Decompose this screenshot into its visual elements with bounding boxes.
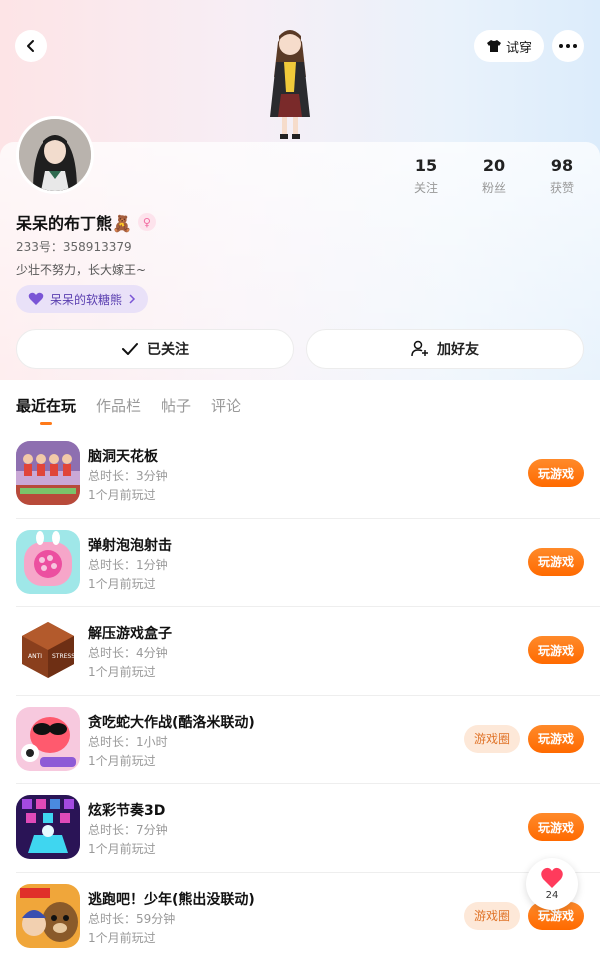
svg-text:STRESS: STRESS [52, 653, 75, 660]
list-item[interactable]: 弹射泡泡射击 总时长：1分钟 1个月前玩过 玩游戏 [0, 519, 600, 607]
game-title: 解压游戏盒子 [88, 626, 172, 642]
recent-games-list: 脑洞天花板 总时长：3分钟 1个月前玩过 玩游戏 弹射泡泡射击 总时长：1分钟 … [0, 430, 600, 960]
more-dots-icon [559, 44, 577, 48]
svg-text:ANTI: ANTI [28, 653, 42, 660]
likes-count: 98 [550, 156, 574, 175]
game-title: 弹射泡泡射击 [88, 537, 172, 554]
followed-button[interactable]: 已关注 [16, 329, 294, 369]
dressup-avatar-figure[interactable] [250, 22, 330, 142]
fans-label: 粉丝 [481, 181, 506, 195]
heart-icon [28, 292, 44, 305]
game-circle-button[interactable]: 游戏圈 [464, 901, 520, 930]
game-title: 逃跑吧！少年(熊出没联动) [88, 891, 255, 908]
try-on-label: 试穿 [505, 40, 532, 56]
game-title: 脑洞天花板 [88, 449, 158, 465]
game-icon-bubble [16, 529, 80, 594]
add-friend-label: 加好友 [437, 342, 479, 358]
list-item[interactable]: 炫彩节奏3D 总时长：7分钟 1个月前玩过 玩游戏 [0, 784, 600, 873]
back-button[interactable] [15, 30, 47, 62]
game-duration: 总时长：1分钟 [88, 557, 168, 572]
add-friend-button[interactable]: 加好友 [306, 329, 584, 369]
game-title: 炫彩节奏3D [88, 803, 166, 819]
game-duration: 总时长：59分钟 [88, 911, 176, 926]
game-last-played: 1个月前玩过 [88, 753, 156, 768]
likes-label: 获赞 [549, 181, 574, 195]
game-duration: 总时长：3分钟 [88, 469, 168, 483]
game-title: 贪吃蛇大作战(酷洛米联动) [88, 714, 255, 731]
checkmark-icon [122, 343, 138, 355]
list-item[interactable]: ANTI STRESS 解压游戏盒子 总时长：4分钟 1个月前玩过 玩游戏 [0, 607, 600, 696]
like-count: 24 [545, 890, 559, 901]
game-icon-antistress: ANTI STRESS [16, 618, 80, 682]
play-game-button[interactable]: 玩游戏 [528, 459, 584, 487]
add-user-icon [411, 340, 428, 357]
game-last-played: 1个月前玩过 [88, 576, 156, 591]
game-last-played: 1个月前玩过 [88, 842, 156, 856]
fans-count: 20 [482, 156, 506, 175]
tab-recently-played[interactable]: 最近在玩 [16, 395, 76, 416]
content-tabs: 最近在玩 作品栏 帖子 评论 [0, 382, 600, 430]
list-item[interactable]: 贪吃蛇大作战(酷洛米联动) 总时长：1小时 1个月前玩过 游戏圈 玩游戏 [0, 696, 600, 784]
user-avatar[interactable] [16, 116, 94, 194]
list-item[interactable]: 逃跑吧！少年(熊出没联动) 总时长：59分钟 1个月前玩过 游戏圈 玩游戏 [0, 873, 600, 960]
stat-fans[interactable]: 20 粉丝 [464, 156, 524, 196]
tab-works[interactable]: 作品栏 [96, 395, 141, 416]
like-float-button[interactable]: 24 [526, 858, 578, 910]
user-bio: 少壮不努力，长大嫁王~ [16, 263, 147, 277]
play-game-button[interactable]: 玩游戏 [528, 724, 584, 753]
game-icon-escape [16, 883, 80, 948]
tab-posts[interactable]: 帖子 [161, 395, 191, 416]
female-gender-icon: ♀ [137, 213, 156, 231]
fan-club-label: 呆呆的软糖熊 [50, 292, 123, 307]
tshirt-icon [486, 40, 501, 52]
stat-following[interactable]: 15 关注 [396, 156, 456, 196]
followed-label: 已关注 [147, 342, 189, 358]
following-count: 15 [414, 156, 438, 175]
game-duration: 总时长：4分钟 [88, 646, 168, 660]
active-tab-indicator [40, 422, 52, 425]
stat-likes[interactable]: 98 获赞 [532, 156, 592, 196]
heart-icon [541, 867, 563, 888]
game-circle-button[interactable]: 游戏圈 [464, 724, 520, 753]
more-button[interactable] [552, 30, 584, 62]
game-icon-snake [16, 706, 80, 771]
game-icon-naodong [16, 441, 80, 505]
game-last-played: 1个月前玩过 [88, 665, 156, 679]
game-duration: 总时长：7分钟 [88, 823, 168, 837]
game-last-played: 1个月前玩过 [88, 930, 156, 945]
try-on-button[interactable]: 试穿 [474, 30, 544, 62]
play-game-button[interactable]: 玩游戏 [528, 547, 584, 576]
name-row: 呆呆的布丁熊🧸 ♀ [16, 210, 156, 234]
user-name: 呆呆的布丁熊🧸 [16, 214, 132, 233]
play-game-button[interactable]: 玩游戏 [528, 813, 584, 841]
game-last-played: 1个月前玩过 [88, 488, 156, 502]
following-label: 关注 [413, 181, 438, 195]
back-arrow-icon [27, 40, 34, 52]
tab-comments[interactable]: 评论 [211, 395, 241, 416]
chevron-right-icon [129, 294, 136, 304]
user-id: 233号：358913379 [16, 240, 132, 254]
fan-club-tag[interactable]: 呆呆的软糖熊 [16, 285, 148, 313]
list-item[interactable]: 脑洞天花板 总时长：3分钟 1个月前玩过 玩游戏 [0, 430, 600, 519]
game-duration: 总时长：1小时 [88, 734, 168, 749]
game-icon-rhythm [16, 795, 80, 859]
play-game-button[interactable]: 玩游戏 [528, 636, 584, 664]
